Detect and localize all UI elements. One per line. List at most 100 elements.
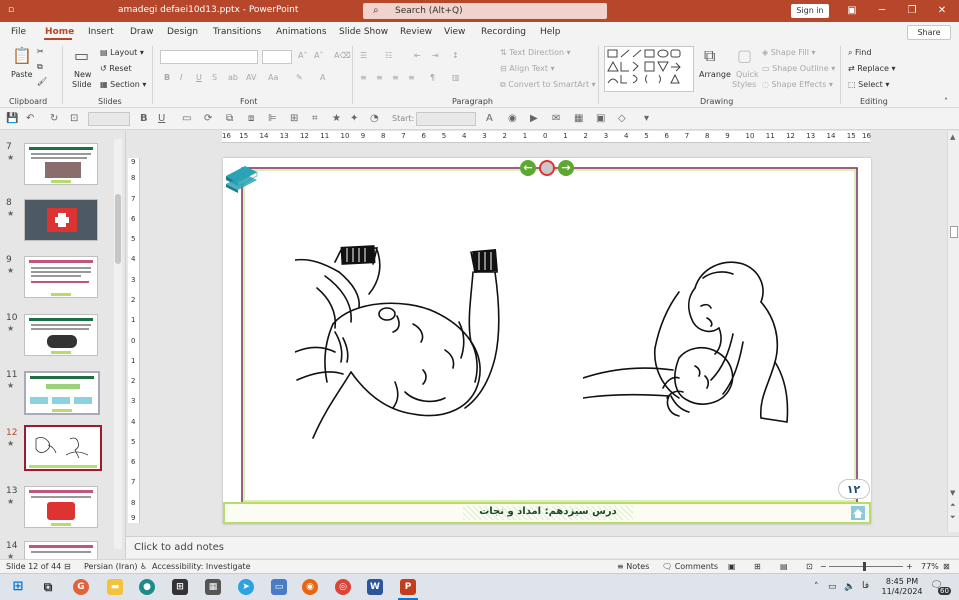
sign-in-button[interactable]: Sign in xyxy=(791,4,829,18)
prev-slide-arrow-icon[interactable]: ← xyxy=(520,160,536,176)
paste-button-label[interactable]: Paste xyxy=(11,70,33,79)
tab-transitions[interactable]: Transitions xyxy=(213,27,261,37)
shadow-icon[interactable]: S xyxy=(212,73,217,82)
qat-format-icon[interactable]: ◇ xyxy=(618,113,626,124)
qat-crop-icon[interactable]: ⌗ xyxy=(312,113,318,124)
copy-icon[interactable]: ⧉ xyxy=(37,62,43,72)
new-slide-icon[interactable]: ▭ xyxy=(74,46,89,65)
tray-chevron-icon[interactable]: ˄ xyxy=(814,582,819,592)
search-box[interactable]: ⌕ Search (Alt+Q) xyxy=(363,3,607,19)
align-left-icon[interactable]: ≡ xyxy=(360,73,367,82)
section-button[interactable]: ▦ Section ▾ xyxy=(100,80,146,89)
tab-draw[interactable]: Draw xyxy=(130,27,154,37)
qat-animation-pane-icon[interactable]: ✦ xyxy=(350,113,358,124)
quick-styles-icon[interactable]: ▢ xyxy=(737,46,752,65)
chrome-icon[interactable]: ◎ xyxy=(335,579,351,595)
slide-thumbnail[interactable] xyxy=(24,143,98,185)
input-language[interactable]: فا xyxy=(862,581,869,591)
tab-design[interactable]: Design xyxy=(167,27,198,37)
shape-outline-button[interactable]: ▭ Shape Outline ▾ xyxy=(762,64,835,73)
qat-record-icon[interactable]: ◉ xyxy=(508,113,517,124)
qat-bring-forward-icon[interactable]: ⧉ xyxy=(226,113,233,124)
slide-thumbnail[interactable] xyxy=(24,541,98,559)
thumbnail-scrollbar[interactable] xyxy=(114,139,122,549)
home-button-icon[interactable] xyxy=(539,160,555,176)
spellcheck-icon[interactable]: ⊟ xyxy=(64,562,71,571)
clock[interactable]: 8:45 PM 11/4/2024 xyxy=(878,577,926,597)
prev-slide-icon[interactable]: ⏶ xyxy=(950,501,956,510)
increase-font-icon[interactable]: A˄ xyxy=(298,51,307,60)
slide-thumbnail[interactable] xyxy=(24,486,98,528)
share-button[interactable]: Share xyxy=(907,25,951,40)
rtl-icon[interactable]: ¶ xyxy=(430,73,435,82)
columns-icon[interactable]: ▥ xyxy=(452,73,460,82)
collapse-ribbon-icon[interactable]: ˄ xyxy=(944,97,948,106)
task-view-icon[interactable]: ⧉ xyxy=(40,579,56,595)
next-slide-icon[interactable]: ⏷ xyxy=(950,513,956,522)
slide-thumbnail[interactable] xyxy=(24,199,98,241)
app-icon-1[interactable]: G xyxy=(73,579,89,595)
change-case-icon[interactable]: Aa xyxy=(268,73,278,82)
font-name-dropdown[interactable] xyxy=(160,50,258,64)
notes-toggle[interactable]: ≡ Notes xyxy=(617,562,649,571)
file-explorer-icon[interactable]: ▬ xyxy=(107,579,123,595)
shapes-gallery[interactable] xyxy=(604,46,694,92)
qat-picture-icon[interactable]: ▣ xyxy=(596,113,605,124)
new-slide-label-line2[interactable]: Slide xyxy=(72,80,92,89)
language-indicator[interactable]: Persian (Iran) xyxy=(84,562,138,571)
store-icon[interactable]: ⊞ xyxy=(172,579,188,595)
app-icon-window[interactable]: ▭ xyxy=(271,579,287,595)
zoom-slider-thumb[interactable] xyxy=(863,562,866,571)
align-center-icon[interactable]: ≡ xyxy=(376,73,383,82)
qat-font-size-box[interactable] xyxy=(88,112,130,126)
slide-thumbnail-selected[interactable] xyxy=(24,425,102,471)
qat-slideshow-icon[interactable]: ▶ xyxy=(530,113,538,124)
qat-send-back-icon[interactable]: ⧈ xyxy=(248,113,254,124)
network-icon[interactable]: ▭ xyxy=(828,582,837,592)
tab-animations[interactable]: Animations xyxy=(276,27,327,37)
numbering-icon[interactable]: ☷ xyxy=(385,51,392,60)
text-direction-button[interactable]: ⇅ Text Direction ▾ xyxy=(500,48,571,57)
shape-fill-button[interactable]: ◈ Shape Fill ▾ xyxy=(762,48,816,57)
arrange-icon[interactable]: ⧉ xyxy=(704,46,715,66)
italic-icon[interactable]: I xyxy=(180,73,182,82)
restore-icon[interactable]: ❐ xyxy=(900,2,924,20)
strikethrough-icon[interactable]: ab xyxy=(228,73,238,82)
scrollbar-thumb[interactable] xyxy=(115,194,121,264)
powerpoint-icon[interactable]: P xyxy=(400,579,416,595)
calculator-icon[interactable]: ▦ xyxy=(205,579,221,595)
increase-indent-icon[interactable]: ⇥ xyxy=(432,51,439,60)
highlight-icon[interactable]: ✎ xyxy=(296,73,303,82)
arrange-label[interactable]: Arrange xyxy=(699,70,731,79)
accessibility-icon[interactable]: ♿ xyxy=(140,562,147,571)
scroll-down-icon[interactable]: ▼ xyxy=(950,489,955,497)
slide-thumbnail[interactable] xyxy=(24,256,98,298)
volume-icon[interactable]: 🔈 xyxy=(844,582,855,592)
app-icon-globe[interactable]: ● xyxy=(139,579,155,595)
comments-toggle[interactable]: 🗨 Comments xyxy=(662,562,718,571)
line-spacing-icon[interactable]: ↕ xyxy=(452,51,459,60)
qat-rotate-icon[interactable]: ⟳ xyxy=(204,113,212,124)
font-color-icon[interactable]: A xyxy=(320,73,325,82)
align-right-icon[interactable]: ≡ xyxy=(392,73,399,82)
tab-help[interactable]: Help xyxy=(540,27,561,37)
qat-table-icon[interactable]: ▦ xyxy=(574,113,583,124)
reading-view-icon[interactable]: ▤ xyxy=(780,562,788,571)
replace-button[interactable]: ⇄ Replace ▾ xyxy=(848,64,895,73)
decrease-indent-icon[interactable]: ⇤ xyxy=(414,51,421,60)
qat-animation-icon[interactable]: ★ xyxy=(332,113,341,124)
vertical-ruler[interactable]: 9 8 7 6 5 4 3 2 1 0 1 2 3 4 5 6 7 8 9 xyxy=(128,158,140,523)
zoom-in-icon[interactable]: + xyxy=(906,562,913,571)
firefox-icon[interactable]: ◉ xyxy=(302,579,318,595)
fit-slide-icon[interactable]: ⊠ xyxy=(943,562,950,571)
tab-file[interactable]: File xyxy=(11,27,26,37)
notes-placeholder[interactable]: Click to add notes xyxy=(134,542,224,553)
qat-start-dropdown[interactable] xyxy=(416,112,476,126)
telegram-icon[interactable]: ➤ xyxy=(238,579,254,595)
align-text-button[interactable]: ⊟ Align Text ▾ xyxy=(500,64,555,73)
new-slide-label-line1[interactable]: New xyxy=(74,70,91,79)
redo-icon[interactable]: ↻ xyxy=(50,113,58,124)
find-button[interactable]: ⌕ Find xyxy=(848,48,871,58)
slide-canvas[interactable]: ← → ۱۲ درس سیزدهم: امداد و نجات xyxy=(223,158,871,524)
bullets-icon[interactable]: ☰ xyxy=(360,51,367,60)
